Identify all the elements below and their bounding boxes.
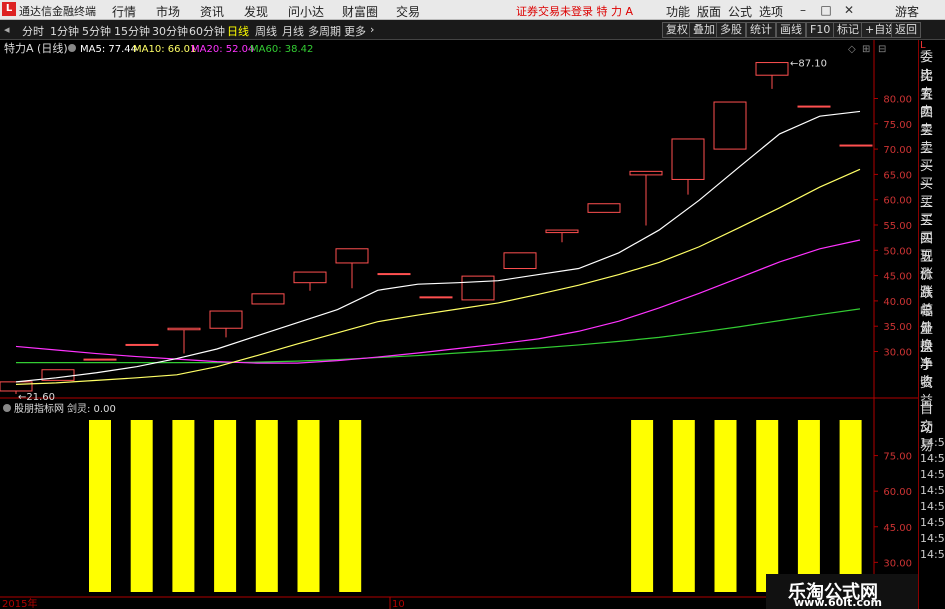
candle-body bbox=[545, 229, 579, 234]
price-tick-label: 75.00 bbox=[883, 120, 912, 131]
candle-body bbox=[251, 293, 285, 305]
diamond-icon[interactable]: ◇ bbox=[848, 44, 856, 55]
low-price-label: ←21.60 bbox=[18, 392, 55, 403]
candle-body bbox=[755, 62, 789, 76]
ma10-line bbox=[15, 168, 861, 386]
tick-time: 14:56 bbox=[920, 516, 945, 529]
ma60-label: MA60: 38.42 bbox=[250, 44, 313, 55]
high-price-label: ←87.10 bbox=[790, 59, 827, 70]
indicator-bar bbox=[89, 420, 111, 592]
indicator-name: 股朋指标网 bbox=[14, 402, 64, 415]
indicator-bar bbox=[297, 420, 320, 592]
indicator-bar bbox=[130, 420, 153, 592]
ma5-line bbox=[15, 110, 861, 383]
indicator-tick-label: 30.00 bbox=[883, 558, 912, 569]
candle-body bbox=[209, 310, 243, 329]
indicator-bar bbox=[797, 420, 820, 592]
candle-body bbox=[587, 203, 621, 213]
expand-icon[interactable]: ⊟ bbox=[878, 44, 886, 55]
candle-body bbox=[713, 101, 747, 150]
indicator-tick-label: 60.00 bbox=[883, 487, 912, 498]
indicator-bar bbox=[255, 420, 278, 592]
price-tick-label: 45.00 bbox=[883, 272, 912, 283]
price-tick-label: 35.00 bbox=[883, 322, 912, 333]
indicator-value: 剑灵: 0.00 bbox=[67, 402, 116, 415]
expand-icon[interactable]: ⊞ bbox=[862, 44, 870, 55]
price-pane: 30.00 35.00 40.00 45.00 50.00 55.00 60.00 65.00… bbox=[0, 59, 912, 403]
chart-area[interactable]: 特力A (日线) MA5: 77.44 MA10: 66.01 MA20: 52… bbox=[0, 0, 918, 609]
indicator-tick-label: 75.00 bbox=[883, 452, 912, 463]
candle-body bbox=[167, 327, 201, 331]
indicator-settings-icon[interactable] bbox=[3, 404, 11, 412]
candle-body bbox=[797, 105, 831, 108]
indicator-bar bbox=[214, 420, 237, 592]
price-tick-label: 55.00 bbox=[883, 221, 912, 232]
indicator-bar bbox=[631, 420, 654, 592]
price-tick-label: 70.00 bbox=[883, 145, 912, 156]
price-tick-label: 65.00 bbox=[883, 170, 912, 181]
candle-body bbox=[335, 248, 369, 264]
indicator-bar bbox=[339, 420, 362, 592]
candle-body bbox=[83, 358, 117, 361]
indicator-bar bbox=[672, 420, 695, 592]
price-tick-label: 80.00 bbox=[883, 94, 912, 105]
tick-time: 14:56 bbox=[920, 532, 945, 545]
indicator-bar bbox=[839, 420, 862, 592]
tick-time: 14:56 bbox=[920, 468, 945, 481]
watermark-url: www.60lt.com bbox=[794, 596, 883, 609]
candle-body bbox=[419, 296, 453, 299]
price-tick-label: 50.00 bbox=[883, 246, 912, 257]
indicator-bar bbox=[714, 420, 737, 592]
candle-body bbox=[125, 343, 159, 346]
price-tick-label: 60.00 bbox=[883, 196, 912, 207]
tick-time: 14:56 bbox=[920, 484, 945, 497]
time-label-year: 2015年 bbox=[2, 597, 37, 609]
ma10-label: MA10: 66.01 bbox=[133, 44, 196, 55]
ma60-line bbox=[16, 308, 861, 364]
candle-body bbox=[0, 381, 33, 392]
indicator-bar bbox=[172, 420, 195, 592]
ma20-label: MA20: 52.04 bbox=[191, 44, 254, 55]
tick-time: 14:56 bbox=[920, 548, 945, 561]
price-tick-label: 40.00 bbox=[883, 297, 912, 308]
tick-time: 14:56 bbox=[920, 500, 945, 513]
candle-body bbox=[461, 275, 495, 301]
tick-time: 14:56 bbox=[920, 436, 945, 449]
indicator-bar bbox=[756, 420, 779, 592]
quote-side-panel: L 委比 卖五 卖四 卖三 卖二 卖一 买一 买二 买三 买四 买五 现价 涨跌… bbox=[918, 40, 945, 609]
time-label-month: 10 bbox=[392, 599, 405, 609]
ma5-label: MA5: 77.44 bbox=[80, 44, 137, 55]
settings-dot-icon[interactable] bbox=[68, 44, 76, 52]
indicator-pane: 30.00 45.00 60.00 75.00 bbox=[89, 420, 912, 592]
watermark: 乐淘公式网 www.60lt.com bbox=[766, 574, 918, 609]
indicator-tick-label: 45.00 bbox=[883, 523, 912, 534]
candle-body bbox=[377, 273, 411, 276]
candle-body bbox=[503, 252, 537, 270]
tick-time: 14:56 bbox=[920, 452, 945, 465]
stock-label: 特力A (日线) bbox=[4, 41, 68, 55]
price-tick-label: 30.00 bbox=[883, 348, 912, 359]
candle-body bbox=[629, 170, 663, 176]
candle-body bbox=[671, 138, 705, 180]
candle-body bbox=[293, 271, 327, 284]
candle-body bbox=[839, 144, 873, 147]
